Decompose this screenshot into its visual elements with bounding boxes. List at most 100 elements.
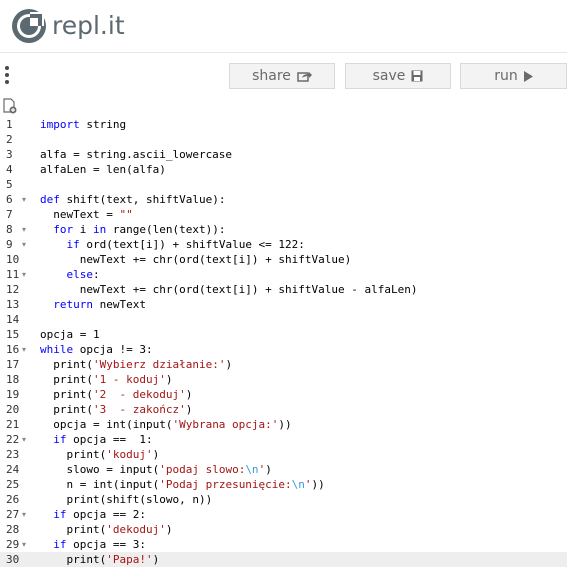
code-line[interactable]: 6 ▾ def shift(text, shiftValue): [0, 192, 567, 207]
code-text: print(shift(slowo, n)) [40, 493, 213, 506]
code-text: print('koduj') [40, 448, 160, 461]
code-line[interactable]: 10 newText += chr(ord(text[i]) + shiftVa… [0, 252, 567, 267]
fold-arrow-icon[interactable]: ▾ [22, 267, 26, 282]
line-gutter: 8 ▾ [0, 222, 32, 237]
line-gutter: 10 [0, 252, 32, 267]
code-line[interactable]: 25 n = int(input('Podaj przesunięcie:\n'… [0, 477, 567, 492]
line-gutter: 20 [0, 402, 32, 417]
line-number: 22 [6, 433, 20, 446]
share-button[interactable]: share [229, 63, 335, 89]
code-text: newText += chr(ord(text[i]) + shiftValue… [40, 283, 418, 296]
line-gutter: 14 [0, 312, 32, 327]
fold-arrow-icon[interactable]: ▾ [22, 237, 26, 252]
line-number: 2 [6, 133, 13, 146]
line-gutter: 3 [0, 147, 32, 162]
fold-arrow-icon[interactable]: ▾ [22, 432, 26, 447]
line-number: 29 [6, 538, 20, 551]
code-line[interactable]: 17 print('Wybierz działanie:') [0, 357, 567, 372]
code-editor[interactable]: 1 import string 2 3 alfa = string.ascii_lowe… [0, 117, 567, 575]
line-gutter: 1 [0, 117, 32, 132]
code-text: print('3 - zakończ') [40, 403, 193, 416]
replit-logo-icon[interactable] [11, 8, 47, 44]
code-line[interactable]: 9 ▾ if ord(text[i]) + shiftValue <= 122: [0, 237, 567, 252]
code-line[interactable]: 4 alfaLen = len(alfa) [0, 162, 567, 177]
line-number: 15 [6, 328, 20, 341]
code-line[interactable]: 1 import string [0, 117, 567, 132]
floppy-icon [411, 70, 423, 82]
line-number: 6 [6, 193, 13, 206]
code-line[interactable]: 30 print('Papa!') [0, 552, 567, 567]
code-line[interactable]: 22 ▾ if opcja == 1: [0, 432, 567, 447]
code-line[interactable]: 18 print('1 - koduj') [0, 372, 567, 387]
code-line[interactable]: 20 print('3 - zakończ') [0, 402, 567, 417]
code-line[interactable]: 23 print('koduj') [0, 447, 567, 462]
code-text: n = int(input('Podaj przesunięcie:\n')) [40, 478, 325, 491]
line-gutter: 6 ▾ [0, 192, 32, 207]
code-line[interactable]: 12 newText += chr(ord(text[i]) + shiftVa… [0, 282, 567, 297]
code-line[interactable]: 7 newText = "" [0, 207, 567, 222]
code-line[interactable]: 26 print(shift(slowo, n)) [0, 492, 567, 507]
line-number: 1 [6, 118, 13, 131]
line-gutter: 21 [0, 417, 32, 432]
fold-arrow-icon[interactable]: ▾ [22, 342, 26, 357]
fold-arrow-icon[interactable]: ▾ [22, 507, 26, 522]
line-number: 16 [6, 343, 20, 356]
line-number: 11 [6, 268, 20, 281]
line-gutter: 27 ▾ [0, 507, 32, 522]
code-text: import string [40, 118, 127, 131]
code-text: slowo = input('podaj slowo:\n') [40, 463, 272, 476]
line-gutter: 19 [0, 387, 32, 402]
code-line[interactable]: 21 opcja = int(input('Wybrana opcja:')) [0, 417, 567, 432]
line-gutter: 25 [0, 477, 32, 492]
new-file-icon[interactable] [3, 98, 17, 114]
save-button[interactable]: save [345, 63, 451, 89]
logo-text[interactable]: repl.it [52, 11, 125, 40]
line-gutter: 16 ▾ [0, 342, 32, 357]
line-gutter: 12 [0, 282, 32, 297]
line-gutter: 4 [0, 162, 32, 177]
line-gutter: 29 ▾ [0, 537, 32, 552]
code-line[interactable]: 2 [0, 132, 567, 147]
code-text: if ord(text[i]) + shiftValue <= 122: [66, 238, 305, 251]
share-icon [297, 70, 312, 82]
code-line[interactable]: 13 return newText [0, 297, 567, 312]
code-line[interactable]: 11 ▾ else: [0, 267, 567, 282]
line-gutter: 17 [0, 357, 32, 372]
line-number: 8 [6, 223, 13, 236]
line-number: 12 [6, 283, 20, 296]
line-number: 26 [6, 493, 20, 506]
code-text: newText += chr(ord(text[i]) + shiftValue… [40, 253, 352, 266]
run-button[interactable]: run [460, 63, 567, 89]
line-gutter: 24 [0, 462, 32, 477]
line-gutter: 26 [0, 492, 32, 507]
code-line[interactable]: 15 opcja = 1 [0, 327, 567, 342]
code-text: alfa = string.ascii_lowercase [40, 148, 233, 161]
line-number: 5 [6, 178, 13, 191]
code-line[interactable]: 3 alfa = string.ascii_lowercase [0, 147, 567, 162]
code-text: while opcja != 3: [40, 343, 153, 356]
code-line[interactable]: 19 print('2 - dekoduj') [0, 387, 567, 402]
line-gutter: 30 [0, 552, 32, 567]
code-line[interactable]: 24 slowo = input('podaj slowo:\n') [0, 462, 567, 477]
header-bar: repl.it [0, 0, 567, 53]
code-text: print('dekoduj') [40, 523, 173, 536]
code-line[interactable]: 29 ▾ if opcja == 3: [0, 537, 567, 552]
menu-kebab-icon[interactable] [5, 66, 11, 88]
share-label: share [252, 68, 291, 84]
line-number: 4 [6, 163, 13, 176]
line-gutter: 22 ▾ [0, 432, 32, 447]
code-text: return newText [53, 298, 146, 311]
line-gutter: 23 [0, 447, 32, 462]
code-line[interactable]: 16 ▾ while opcja != 3: [0, 342, 567, 357]
code-line[interactable]: 27 ▾ if opcja == 2: [0, 507, 567, 522]
fold-arrow-icon[interactable]: ▾ [22, 192, 26, 207]
code-line[interactable]: 8 ▾ for i in range(len(text)): [0, 222, 567, 237]
code-text: else: [66, 268, 100, 281]
line-gutter: 2 [0, 132, 32, 147]
code-line[interactable]: 5 [0, 177, 567, 192]
fold-arrow-icon[interactable]: ▾ [22, 222, 26, 237]
fold-arrow-icon[interactable]: ▾ [22, 537, 26, 552]
line-number: 19 [6, 388, 20, 401]
code-line[interactable]: 14 [0, 312, 567, 327]
code-line[interactable]: 28 print('dekoduj') [0, 522, 567, 537]
